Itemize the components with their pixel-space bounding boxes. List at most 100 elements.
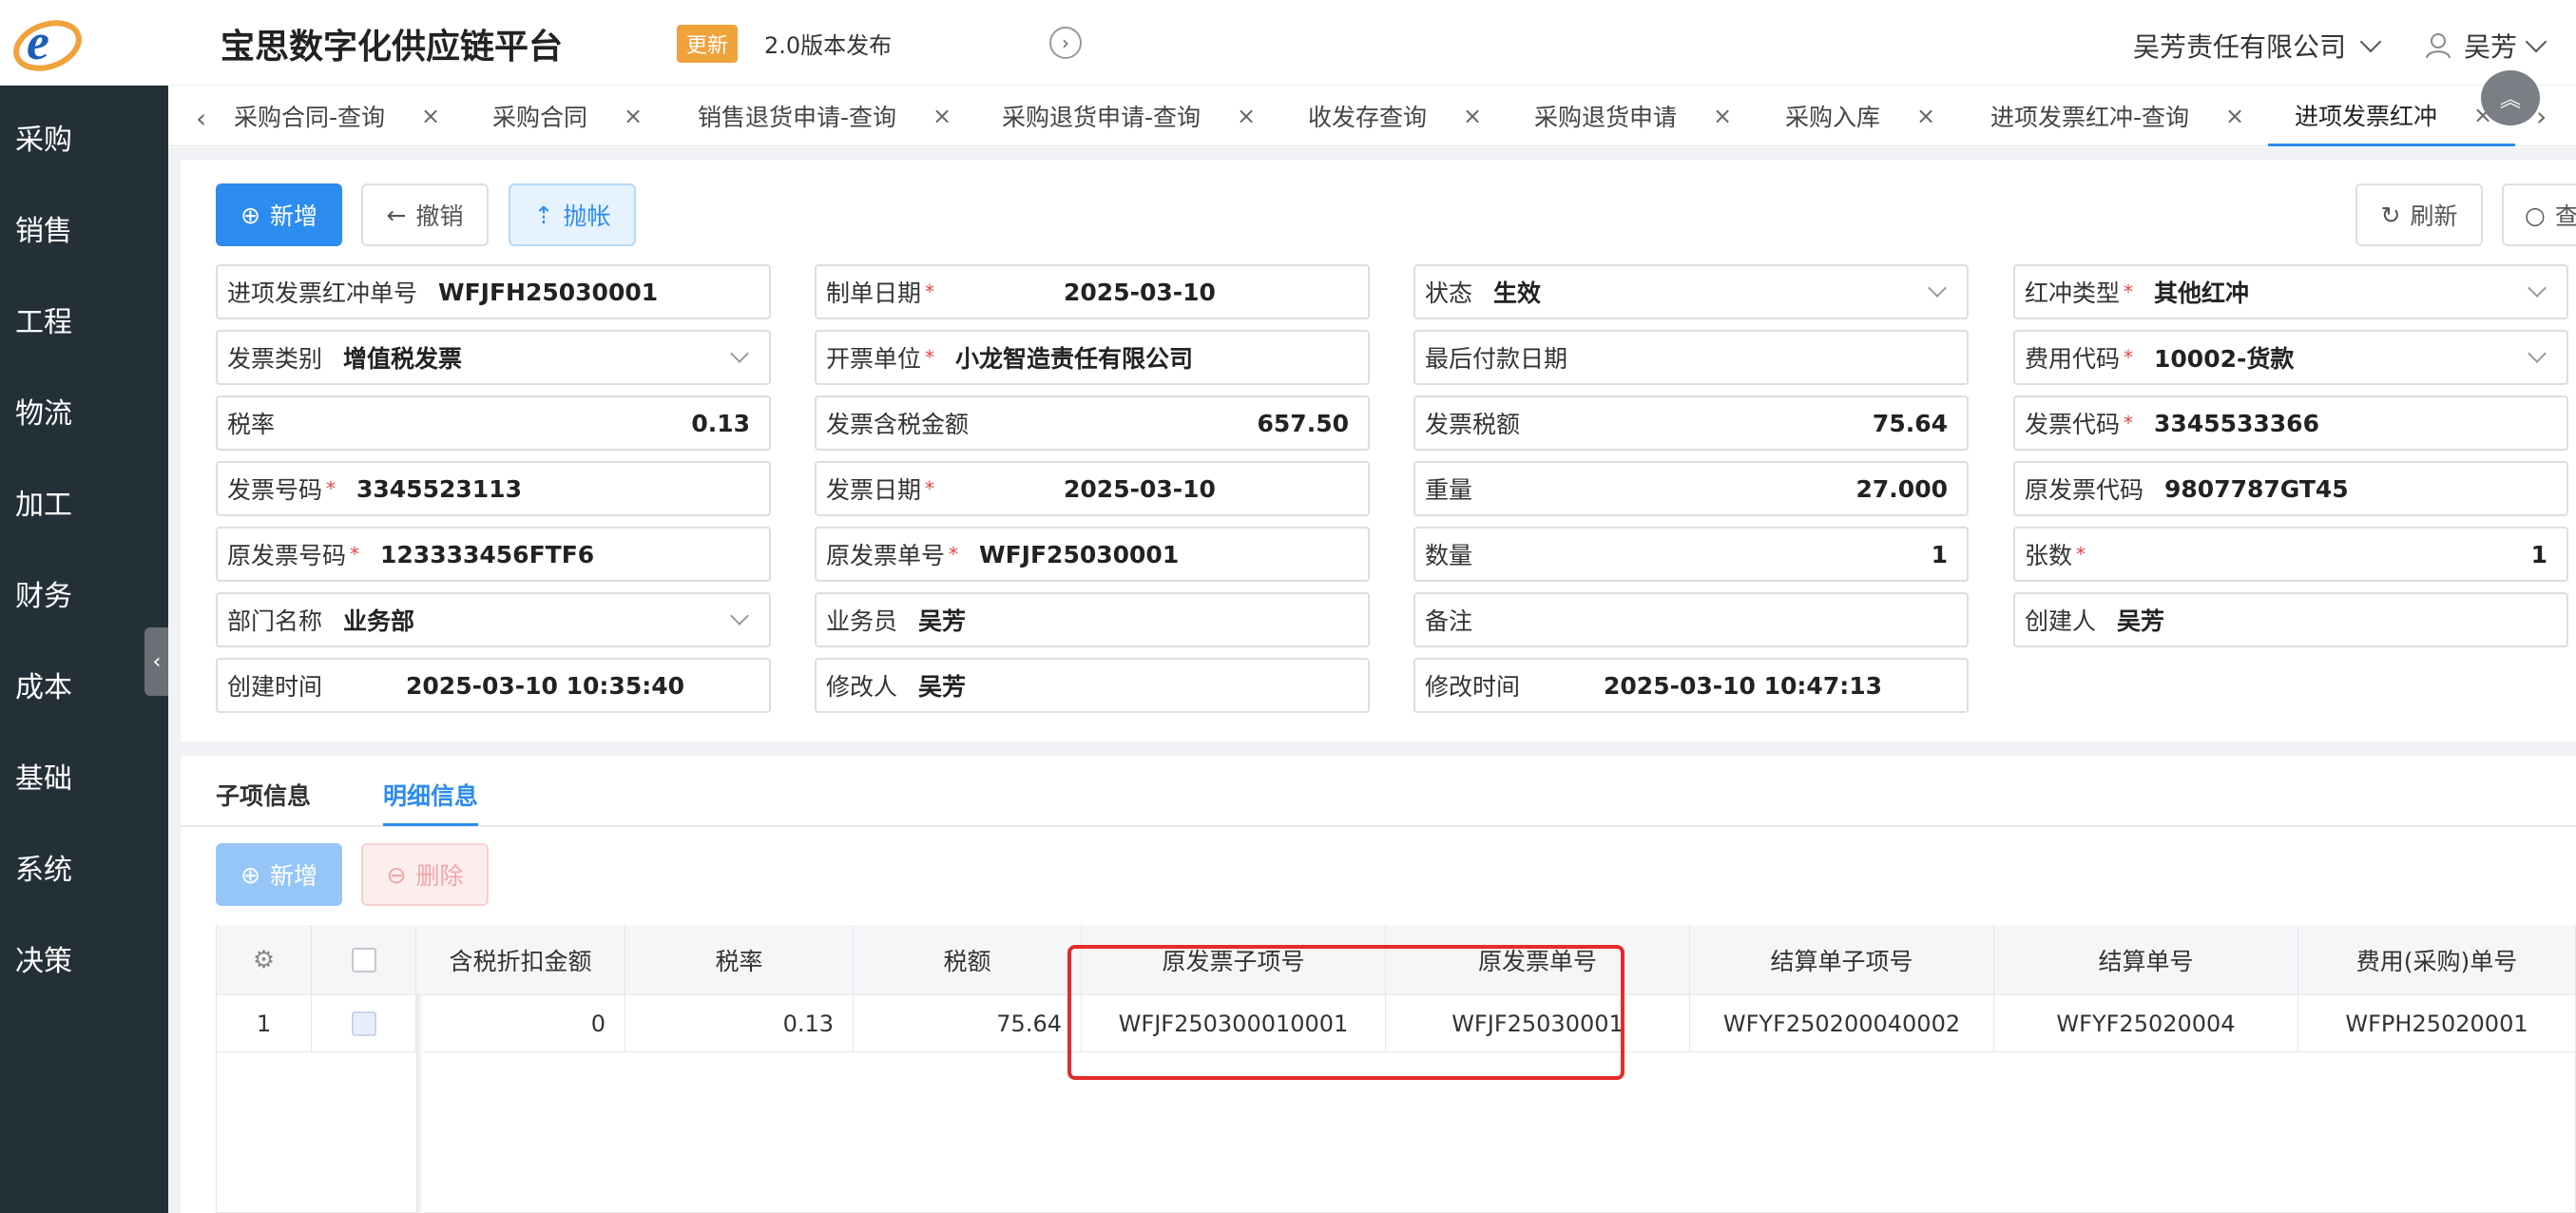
col-discount-amount[interactable]: 含税折扣金额 xyxy=(416,925,625,995)
search-icon: ○ xyxy=(2525,201,2546,229)
close-icon[interactable]: × xyxy=(932,103,952,129)
close-icon[interactable]: × xyxy=(1916,103,1935,129)
col-settle-no[interactable]: 结算单号 xyxy=(1994,925,2298,995)
status-select[interactable]: 状态 生效 xyxy=(1413,264,1969,319)
red-invoice-no-field[interactable]: 进项发票红冲单号 WFJFH25030001 xyxy=(216,264,771,319)
company-selector[interactable]: 吴芳责任有限公司 xyxy=(2133,27,2382,65)
sidebar-item-decision[interactable]: 决策 xyxy=(15,937,72,979)
tax-rate-field[interactable]: 税率 0.13 xyxy=(216,395,771,451)
tab-purchase-return[interactable]: 采购退货申请 × xyxy=(1534,86,1732,146)
detail-delete-button[interactable]: ⊖ 删除 xyxy=(361,843,489,906)
add-button[interactable]: ⊕ 新增 xyxy=(216,183,342,246)
field-value: 27.000 xyxy=(1855,474,1948,503)
tab-purchase-contract-query[interactable]: 采购合同-查询 × xyxy=(234,86,440,146)
sidebar-item-logistics[interactable]: 物流 xyxy=(15,390,72,432)
post-button[interactable]: ⇡ 抛帐 xyxy=(509,183,636,246)
sidebar-item-finance[interactable]: 财务 xyxy=(15,572,72,614)
column-settings[interactable]: ⚙ xyxy=(217,925,312,995)
close-icon[interactable]: × xyxy=(1463,103,1482,129)
cell-discount-amount[interactable]: 0 xyxy=(416,995,625,1052)
original-bill-number-field[interactable]: 原发票单号 * WFJF25030001 xyxy=(815,527,1370,582)
cell-tax-rate[interactable]: 0.13 xyxy=(625,995,854,1052)
sidebar-collapse-button[interactable]: ‹ xyxy=(144,627,169,696)
tab-purchase-return-query[interactable]: 采购退货申请-查询 × xyxy=(1002,86,1256,146)
refresh-button[interactable]: ↻ 刷新 xyxy=(2355,183,2483,246)
col-settle-item-no[interactable]: 结算单子项号 xyxy=(1690,925,1994,995)
col-tax-rate[interactable]: 税率 xyxy=(625,925,854,995)
update-badge[interactable]: 更新 xyxy=(677,25,739,63)
scroll-up-icon[interactable]: ︽ xyxy=(2481,70,2540,125)
close-icon[interactable]: × xyxy=(1713,103,1732,129)
tab-inventory-query[interactable]: 收发存查询 × xyxy=(1308,86,1482,146)
close-icon[interactable]: × xyxy=(421,103,440,129)
select-all-checkbox[interactable] xyxy=(351,947,376,972)
required-mark: * xyxy=(326,477,336,500)
tab-label: 采购退货申请 xyxy=(1534,104,1678,131)
tab-purchase-contract[interactable]: 采购合同 × xyxy=(492,86,643,146)
field-label: 红冲类型 xyxy=(2025,279,2121,307)
quantity-field[interactable]: 数量 1 xyxy=(1413,527,1969,582)
field-label: 修改人 xyxy=(826,673,898,701)
cell-fee-no[interactable]: WFPH25020001 xyxy=(2298,995,2576,1052)
original-invoice-number-field[interactable]: 原发票号码 * 123333456FTF6 xyxy=(216,527,771,582)
issuer-field[interactable]: 开票单位 * 小龙智造责任有限公司 xyxy=(815,330,1370,385)
sidebar-item-processing[interactable]: 加工 xyxy=(15,481,72,523)
tab-label: 进项发票红冲 xyxy=(2295,102,2438,130)
invoice-number-field[interactable]: 发票号码 * 3345523113 xyxy=(216,461,771,516)
salesperson-field[interactable]: 业务员 吴芳 xyxy=(815,592,1370,647)
creator-field[interactable]: 创建人 吴芳 xyxy=(2013,592,2568,647)
sheet-count-field[interactable]: 张数 * 1 xyxy=(2013,527,2568,582)
user-menu[interactable]: 吴芳 xyxy=(2424,27,2547,65)
tab-sales-return-query[interactable]: 销售退货申请-查询 × xyxy=(698,86,952,146)
invoice-category-select[interactable]: 发票类别 增值税发票 xyxy=(216,330,771,385)
detail-add-button[interactable]: ⊕ 新增 xyxy=(216,843,342,906)
invoice-date-field[interactable]: 发票日期 * 2025-03-10 xyxy=(815,461,1370,516)
sidebar-item-purchase[interactable]: 采购 xyxy=(15,116,72,158)
row-select[interactable] xyxy=(312,995,416,1052)
last-payment-date-field[interactable]: 最后付款日期 xyxy=(1413,330,1969,385)
red-type-select[interactable]: 红冲类型 * 其他红冲 xyxy=(2013,264,2568,319)
original-invoice-code-field[interactable]: 原发票代码 9807787GT45 xyxy=(2013,461,2568,516)
update-announcement[interactable]: 2.0版本发布 xyxy=(764,27,892,60)
weight-field[interactable]: 重量 27.000 xyxy=(1413,461,1969,516)
create-date-field[interactable]: 制单日期 * 2025-03-10 xyxy=(815,264,1370,319)
select-all-header[interactable] xyxy=(312,925,416,995)
sidebar-item-cost[interactable]: 成本 xyxy=(15,664,72,705)
cell-settle-no[interactable]: WFYF25020004 xyxy=(1994,995,2298,1052)
invoice-tax-field[interactable]: 发票税额 75.64 xyxy=(1413,395,1969,451)
query-button[interactable]: ○ 查 xyxy=(2502,183,2576,246)
modifier-field[interactable]: 修改人 吴芳 xyxy=(815,658,1370,713)
department-select[interactable]: 部门名称 业务部 xyxy=(216,592,771,647)
close-icon[interactable]: × xyxy=(1237,103,1256,129)
modified-time-field[interactable]: 修改时间 2025-03-10 10:47:13 xyxy=(1413,658,1969,713)
tab-label: 采购合同-查询 xyxy=(234,104,386,131)
cell-settle-item-no[interactable]: WFYF250200040002 xyxy=(1690,995,1994,1052)
fee-code-select[interactable]: 费用代码 * 10002-货款 xyxy=(2013,330,2568,385)
cell-tax[interactable]: 75.64 xyxy=(854,995,1082,1052)
col-tax[interactable]: 税额 xyxy=(854,925,1082,995)
tab-scroll-left-icon[interactable]: ‹ xyxy=(196,103,206,134)
chevron-right-icon[interactable]: › xyxy=(1049,27,1082,59)
row-checkbox[interactable] xyxy=(351,1011,376,1036)
close-icon[interactable]: × xyxy=(624,103,643,129)
revoke-button[interactable]: ← 撤销 xyxy=(361,183,489,246)
sidebar-item-engineering[interactable]: 工程 xyxy=(15,298,72,340)
remark-field[interactable]: 备注 xyxy=(1413,592,1969,647)
close-icon[interactable]: × xyxy=(2225,103,2244,129)
tab-invoice-red[interactable]: 进项发票红冲 × xyxy=(2268,86,2515,146)
invoice-code-field[interactable]: 发票代码 * 3345533366 xyxy=(2013,395,2568,451)
field-value: 123333456FTF6 xyxy=(380,540,595,568)
sidebar-item-system[interactable]: 系统 xyxy=(15,846,72,888)
col-fee-no[interactable]: 费用(采购)单号 xyxy=(2298,925,2576,995)
tab-invoice-red-query[interactable]: 进项发票红冲-查询 × xyxy=(1990,86,2244,146)
gear-icon[interactable]: ⚙ xyxy=(253,946,275,974)
invoice-amount-field[interactable]: 发票含税金额 657.50 xyxy=(815,395,1370,451)
sidebar-item-basic[interactable]: 基础 xyxy=(15,755,72,797)
sidebar-item-sales[interactable]: 销售 xyxy=(15,207,72,249)
field-value: 0.13 xyxy=(691,409,750,437)
tab-purchase-inbound[interactable]: 采购入库 × xyxy=(1785,86,1935,146)
fixed-column-shadow xyxy=(416,995,424,1213)
tab-detail-info[interactable]: 明细信息 xyxy=(383,778,479,826)
tab-sub-items[interactable]: 子项信息 xyxy=(216,778,311,812)
created-time-field[interactable]: 创建时间 2025-03-10 10:35:40 xyxy=(216,658,771,713)
